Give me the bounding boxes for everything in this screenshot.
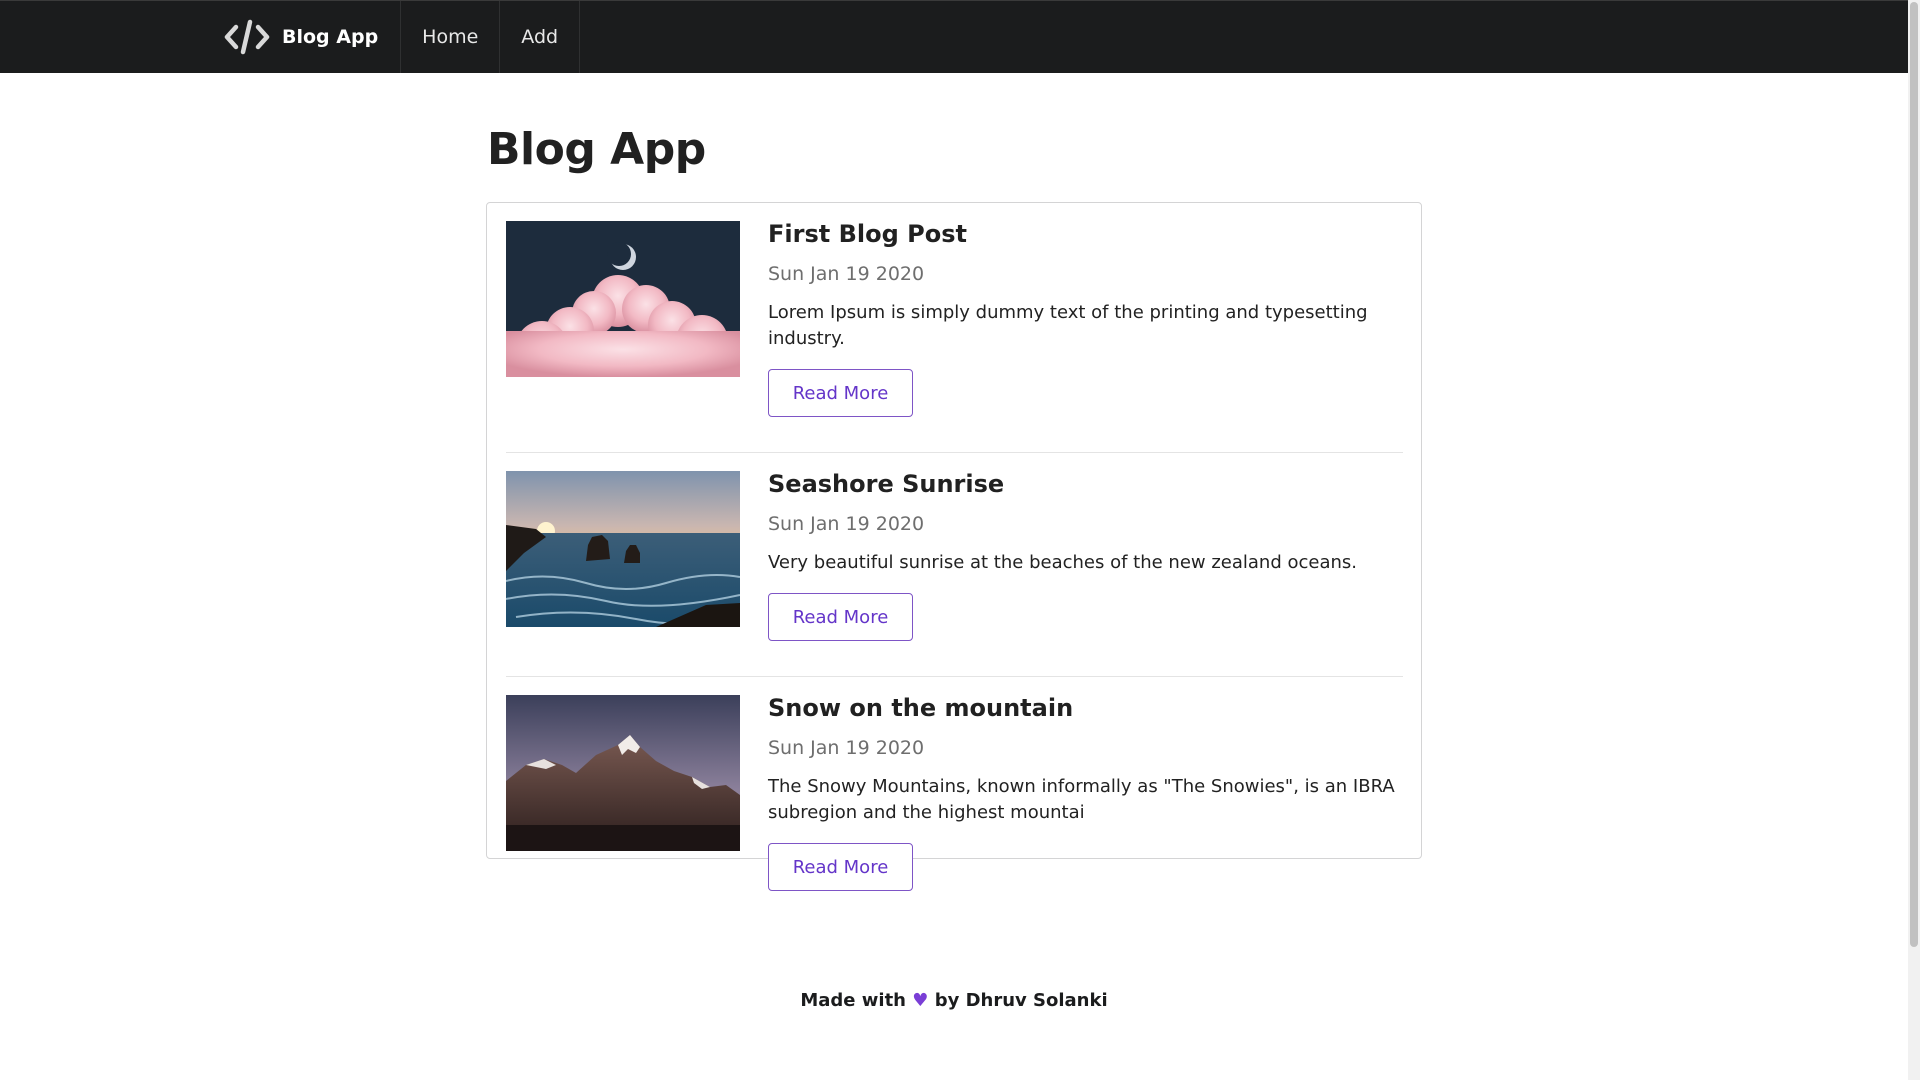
post-body: Snow on the mountain Sun Jan 19 2020 The… <box>768 694 1403 891</box>
footer: Made with ♥ by Dhruv Solanki <box>0 990 1908 1011</box>
post-date: Sun Jan 19 2020 <box>768 513 925 535</box>
list-item: Snow on the mountain Sun Jan 19 2020 The… <box>506 676 1403 891</box>
post-description: Lorem Ipsum is simply dummy text of the … <box>768 302 1368 349</box>
list-item: First Blog Post Sun Jan 19 2020 Lorem Ip… <box>506 220 1403 452</box>
read-more-button[interactable]: Read More <box>768 593 913 641</box>
post-date: Sun Jan 19 2020 <box>768 263 925 285</box>
code-icon <box>224 19 270 55</box>
nav-item-home[interactable]: Home <box>401 1 501 73</box>
post-body: First Blog Post Sun Jan 19 2020 Lorem Ip… <box>768 220 1403 417</box>
page-scrollbar[interactable] <box>1908 0 1920 1080</box>
scrollbar-thumb[interactable] <box>1910 2 1918 947</box>
top-navbar: Blog App Home Add <box>0 0 1908 73</box>
snowy-mountain-image <box>506 695 740 851</box>
read-more-button[interactable]: Read More <box>768 843 913 891</box>
heart-icon: ♥ <box>912 990 929 1011</box>
post-description: The Snowy Mountains, known informally as… <box>768 776 1395 823</box>
footer-author: by Dhruv Solanki <box>934 990 1108 1011</box>
post-title[interactable]: Seashore Sunrise <box>768 470 1403 498</box>
post-date: Sun Jan 19 2020 <box>768 737 925 759</box>
post-title[interactable]: First Blog Post <box>768 220 1403 248</box>
brand-label: Blog App <box>282 26 379 48</box>
post-description: Very beautiful sunrise at the beaches of… <box>768 552 1357 573</box>
post-title[interactable]: Snow on the mountain <box>768 694 1403 722</box>
brand-link[interactable]: Blog App <box>208 1 402 73</box>
moon-over-pink-cloud-image <box>506 221 740 377</box>
post-list: First Blog Post Sun Jan 19 2020 Lorem Ip… <box>486 202 1422 891</box>
list-item: Seashore Sunrise Sun Jan 19 2020 Very be… <box>506 452 1403 676</box>
seashore-sunrise-image <box>506 471 740 627</box>
post-body: Seashore Sunrise Sun Jan 19 2020 Very be… <box>768 470 1403 641</box>
page-title: Blog App <box>487 124 706 175</box>
nav-item-add[interactable]: Add <box>500 1 581 73</box>
read-more-button[interactable]: Read More <box>768 369 913 417</box>
footer-prefix: Made with <box>800 990 906 1011</box>
